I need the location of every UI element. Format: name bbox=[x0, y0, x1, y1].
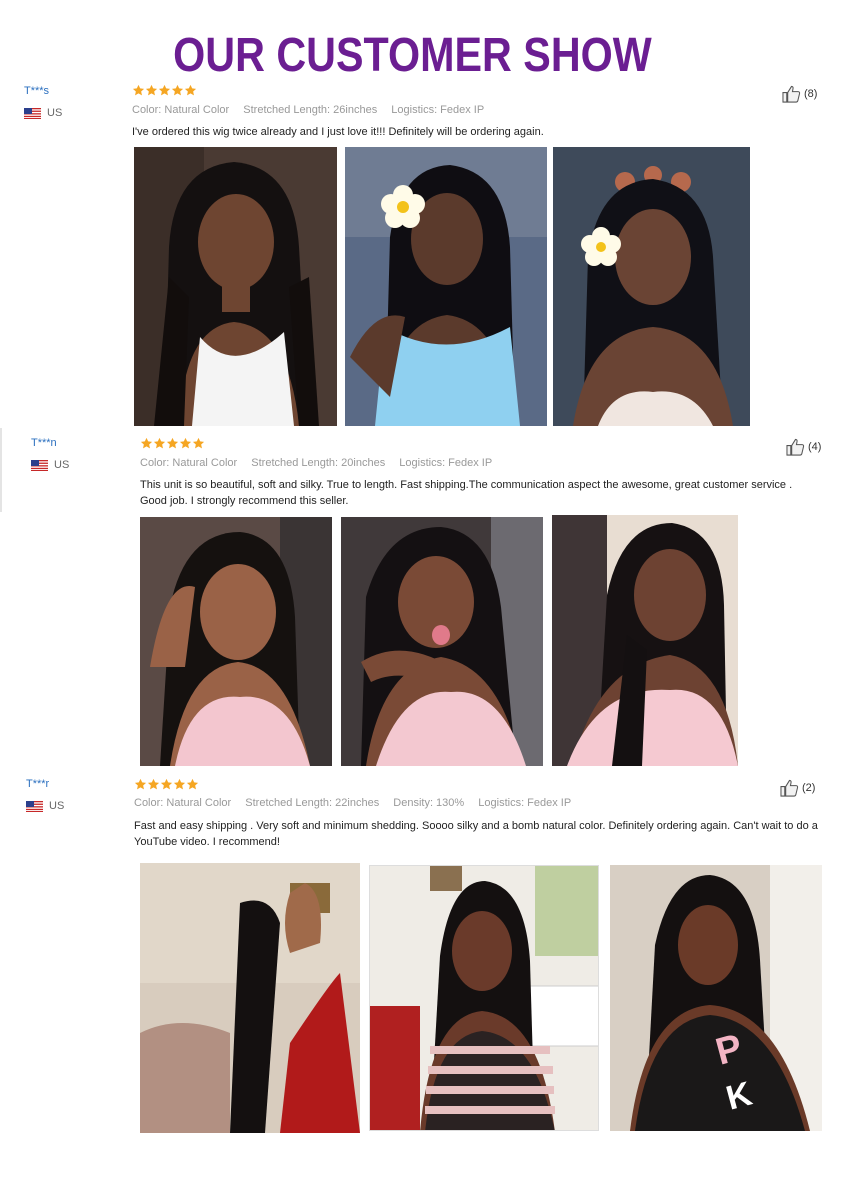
star-icon bbox=[166, 437, 179, 449]
reviewer-name[interactable]: T***r bbox=[26, 778, 49, 790]
helpful-button[interactable]: (2) bbox=[780, 779, 815, 797]
meta-density: Density: 130% bbox=[393, 797, 465, 809]
country-label: US bbox=[47, 107, 63, 119]
reviewer-name[interactable]: T***s bbox=[24, 85, 49, 97]
star-icon bbox=[147, 778, 160, 790]
star-icon bbox=[134, 778, 147, 790]
star-rating bbox=[140, 437, 205, 451]
star-icon bbox=[171, 84, 184, 96]
star-icon bbox=[173, 778, 186, 790]
star-icon bbox=[160, 778, 173, 790]
thumbs-up-icon bbox=[786, 438, 805, 456]
helpful-count: (8) bbox=[804, 88, 818, 100]
review-text: I've ordered this wig twice already and … bbox=[132, 126, 544, 138]
reviewer-country: US bbox=[26, 800, 64, 812]
review-text: This unit is so beautiful, soft and silk… bbox=[140, 479, 793, 507]
meta-length: Stretched Length: 20inches bbox=[251, 457, 386, 469]
meta-logistics: Logistics: Fedex IP bbox=[391, 104, 485, 116]
star-icon bbox=[179, 437, 192, 449]
customer-photo[interactable] bbox=[140, 863, 360, 1133]
meta-color: Color: Natural Color bbox=[134, 797, 232, 809]
thumbs-up-icon bbox=[780, 779, 799, 797]
reviewer-name[interactable]: T***n bbox=[31, 437, 57, 449]
customer-photo[interactable] bbox=[553, 147, 750, 426]
meta-color: Color: Natural Color bbox=[140, 457, 238, 469]
meta-length: Stretched Length: 22inches bbox=[245, 797, 380, 809]
customer-photo[interactable] bbox=[369, 865, 599, 1131]
star-icon bbox=[186, 778, 199, 790]
divider bbox=[0, 428, 2, 512]
customer-photo[interactable] bbox=[552, 515, 738, 766]
meta-color: Color: Natural Color bbox=[132, 104, 230, 116]
customer-photo[interactable] bbox=[140, 517, 332, 766]
meta-logistics: Logistics: Fedex IP bbox=[399, 457, 493, 469]
helpful-button[interactable]: (8) bbox=[782, 85, 817, 103]
helpful-button[interactable]: (4) bbox=[786, 438, 821, 456]
meta-logistics: Logistics: Fedex IP bbox=[478, 797, 572, 809]
helpful-count: (2) bbox=[802, 782, 816, 794]
us-flag-icon bbox=[26, 800, 43, 812]
star-rating bbox=[132, 84, 197, 98]
star-icon bbox=[132, 84, 145, 96]
review-meta: Color: Natural Color Stretched Length: 2… bbox=[134, 797, 582, 809]
meta-length: Stretched Length: 26inches bbox=[243, 104, 378, 116]
country-label: US bbox=[54, 459, 70, 471]
star-rating bbox=[134, 778, 199, 792]
reviewer-country: US bbox=[24, 107, 62, 119]
review-text: Fast and easy shipping . Very soft and m… bbox=[134, 820, 818, 848]
page-title: OUR CUSTOMER SHOW bbox=[173, 29, 652, 82]
thumbs-up-icon bbox=[782, 85, 801, 103]
star-icon bbox=[145, 84, 158, 96]
us-flag-icon bbox=[31, 459, 48, 471]
review-meta: Color: Natural Color Stretched Length: 2… bbox=[140, 457, 503, 469]
star-icon bbox=[140, 437, 153, 449]
customer-photo[interactable]: P K bbox=[610, 865, 822, 1131]
star-icon bbox=[158, 84, 171, 96]
reviewer-country: US bbox=[31, 459, 69, 471]
country-label: US bbox=[49, 800, 65, 812]
star-icon bbox=[192, 437, 205, 449]
customer-photo[interactable] bbox=[134, 147, 337, 426]
star-icon bbox=[153, 437, 166, 449]
us-flag-icon bbox=[24, 107, 41, 119]
review-meta: Color: Natural Color Stretched Length: 2… bbox=[132, 104, 495, 116]
customer-photo[interactable] bbox=[341, 517, 543, 766]
helpful-count: (4) bbox=[808, 441, 822, 453]
customer-photo[interactable] bbox=[345, 147, 547, 426]
star-icon bbox=[184, 84, 197, 96]
